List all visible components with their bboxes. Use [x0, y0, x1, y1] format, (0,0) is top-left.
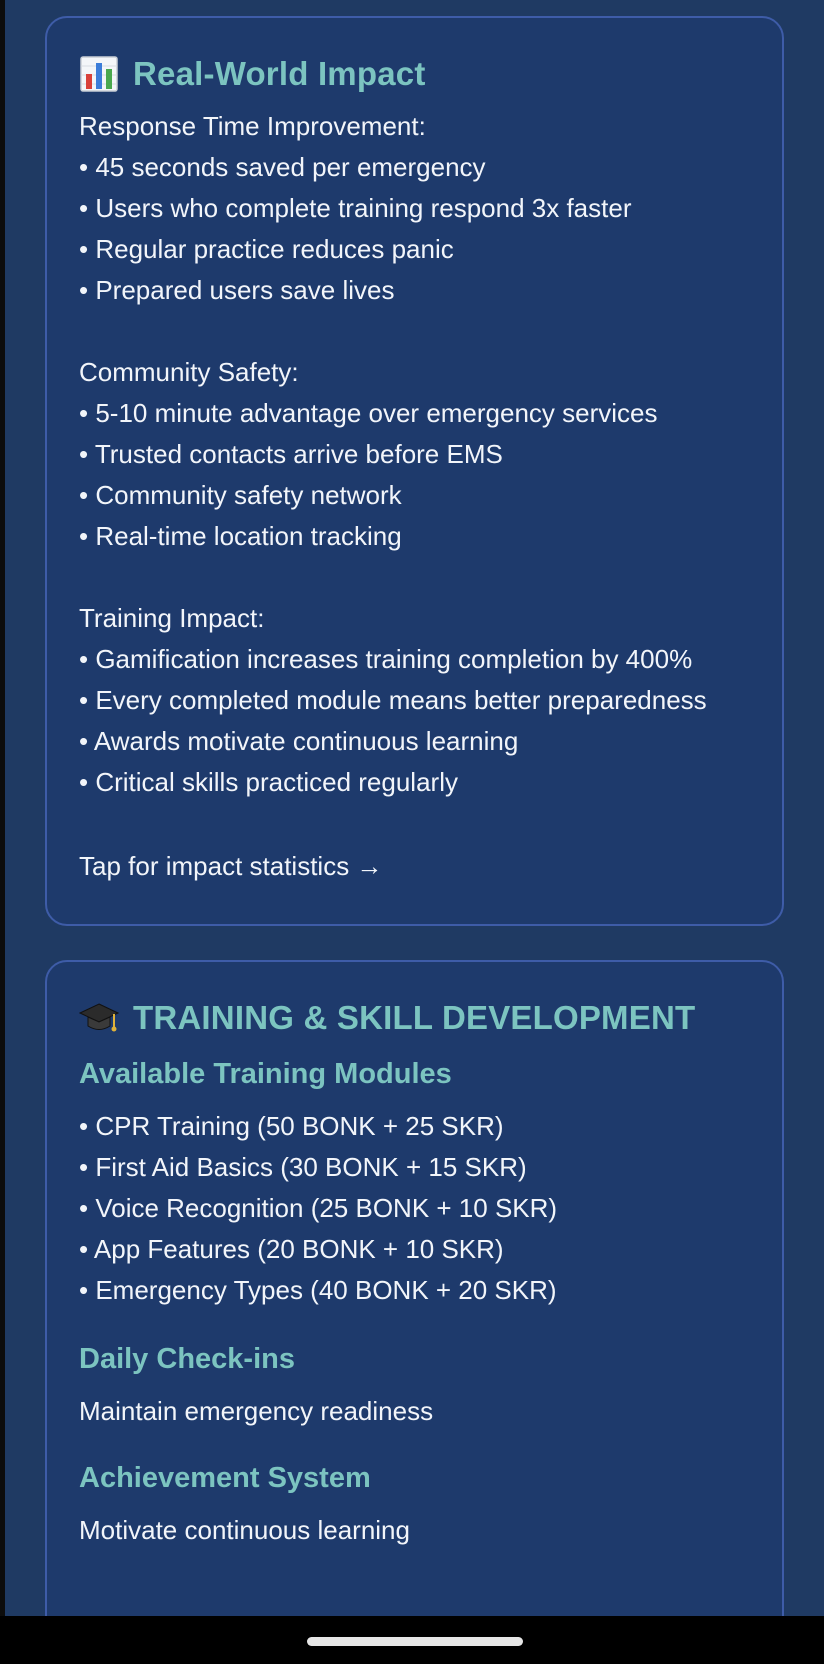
list-item: • Regular practice reduces panic — [79, 234, 454, 264]
training-title-text: TRAINING & SKILL DEVELOPMENT — [133, 999, 696, 1036]
list-item: • Every completed module means better pr… — [79, 685, 707, 715]
group-heading: Response Time Improvement: — [79, 111, 426, 141]
group-heading: Community Safety: — [79, 357, 299, 387]
list-item: • Real-time location tracking — [79, 521, 402, 551]
graduation-cap-icon — [79, 1003, 119, 1032]
module-item: • Emergency Types (40 BONK + 20 SKR) — [79, 1275, 557, 1305]
section-heading-achievements: Achievement System — [79, 1462, 371, 1494]
impact-statistics-link[interactable]: Tap for impact statistics → — [79, 846, 750, 887]
achievements-description: Motivate continuous learning — [79, 1515, 410, 1545]
list-item: • Community safety network — [79, 480, 402, 510]
list-item: • Users who complete training respond 3x… — [79, 193, 632, 223]
training-card-title: TRAINING & SKILL DEVELOPMENT — [79, 996, 750, 1040]
group-heading: Training Impact: — [79, 603, 265, 633]
impact-card[interactable]: Real-World Impact Response Time Improvem… — [45, 16, 784, 926]
list-item: • Trusted contacts arrive before EMS — [79, 439, 503, 469]
list-item: • 45 seconds saved per emergency — [79, 152, 486, 182]
training-card[interactable]: TRAINING & SKILL DEVELOPMENT Available T… — [45, 960, 784, 1616]
modules-list: • CPR Training (50 BONK + 25 SKR) • Firs… — [79, 1106, 750, 1311]
list-item: • 5-10 minute advantage over emergency s… — [79, 398, 658, 428]
section-heading-checkins: Daily Check-ins — [79, 1343, 295, 1375]
module-item: • CPR Training (50 BONK + 25 SKR) — [79, 1111, 504, 1141]
section-heading-modules: Available Training Modules — [79, 1058, 452, 1090]
impact-body: Response Time Improvement: • 45 seconds … — [79, 106, 750, 803]
checkins-description: Maintain emergency readiness — [79, 1396, 434, 1426]
list-item: • Gamification increases training comple… — [79, 644, 693, 674]
list-item: • Critical skills practiced regularly — [79, 767, 458, 797]
impact-title-text: Real-World Impact — [133, 55, 426, 92]
list-item: • Awards motivate continuous learning — [79, 726, 519, 756]
impact-card-title: Real-World Impact — [79, 52, 750, 96]
list-item: • Prepared users save lives — [79, 275, 395, 305]
module-item: • App Features (20 BONK + 10 SKR) — [79, 1234, 504, 1264]
app-screen: Real-World Impact Response Time Improvem… — [5, 0, 824, 1616]
bar-chart-icon — [80, 56, 118, 92]
module-item: • Voice Recognition (25 BONK + 10 SKR) — [79, 1193, 558, 1223]
module-item: • First Aid Basics (30 BONK + 15 SKR) — [79, 1152, 527, 1182]
home-indicator[interactable] — [307, 1637, 523, 1646]
